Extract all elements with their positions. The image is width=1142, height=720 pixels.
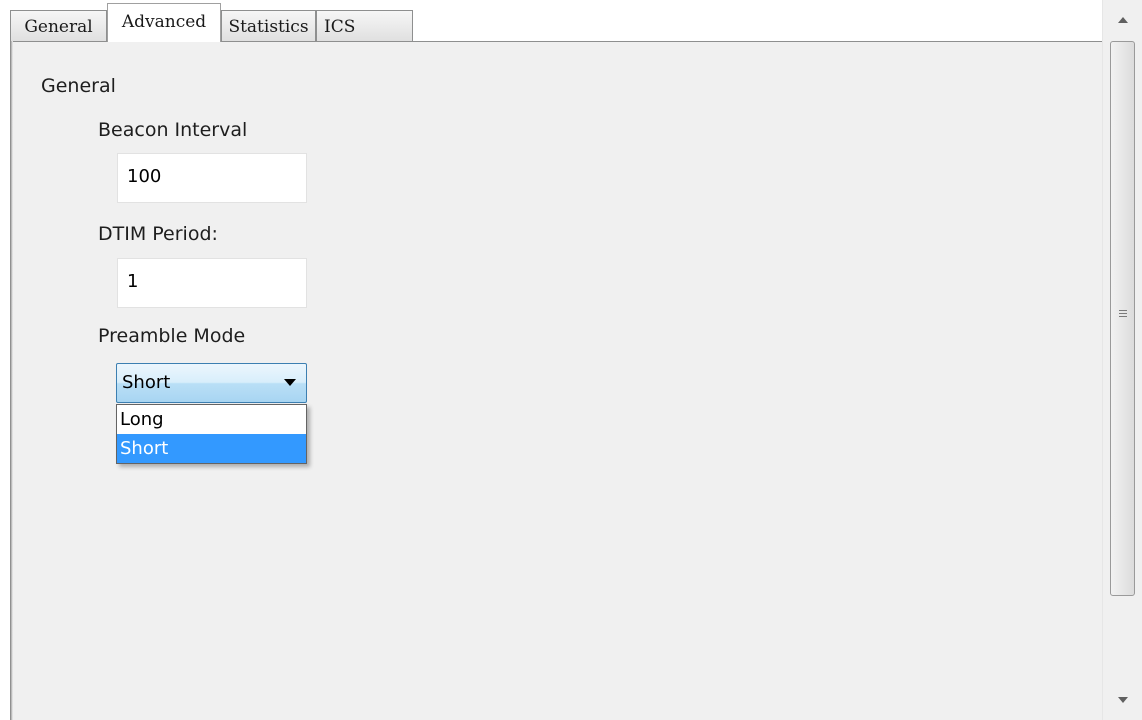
tab-advanced[interactable]: Advanced <box>107 3 221 42</box>
triangle-up-icon <box>1118 17 1128 23</box>
preamble-mode-select[interactable]: Short <box>116 363 307 403</box>
grip-lines-icon <box>1119 310 1127 319</box>
preamble-mode-value: Short <box>122 372 171 393</box>
tab-ics[interactable]: ICS <box>316 10 413 41</box>
tab-bar: General Advanced Statistics ICS <box>0 0 1102 42</box>
preamble-mode-label: Preamble Mode <box>98 325 246 347</box>
triangle-down-icon <box>1118 697 1128 703</box>
scroll-up-button[interactable] <box>1103 0 1142 40</box>
option-short[interactable]: Short <box>117 434 306 463</box>
panel-left-edge <box>10 41 13 720</box>
tab-statistics[interactable]: Statistics <box>221 10 316 41</box>
dtim-period-input[interactable]: 1 <box>117 258 307 308</box>
section-title: General <box>41 75 116 97</box>
vertical-scrollbar[interactable] <box>1102 0 1142 720</box>
tab-general[interactable]: General <box>10 10 107 41</box>
beacon-interval-input[interactable]: 100 <box>117 153 307 203</box>
beacon-interval-label: Beacon Interval <box>98 119 248 141</box>
dtim-period-label: DTIM Period: <box>98 223 218 245</box>
scroll-down-button[interactable] <box>1103 680 1142 720</box>
preamble-mode-dropdown: Long Short <box>116 404 307 464</box>
scrollbar-thumb[interactable] <box>1110 41 1135 596</box>
chevron-down-icon <box>284 379 296 386</box>
option-long[interactable]: Long <box>117 405 306 434</box>
